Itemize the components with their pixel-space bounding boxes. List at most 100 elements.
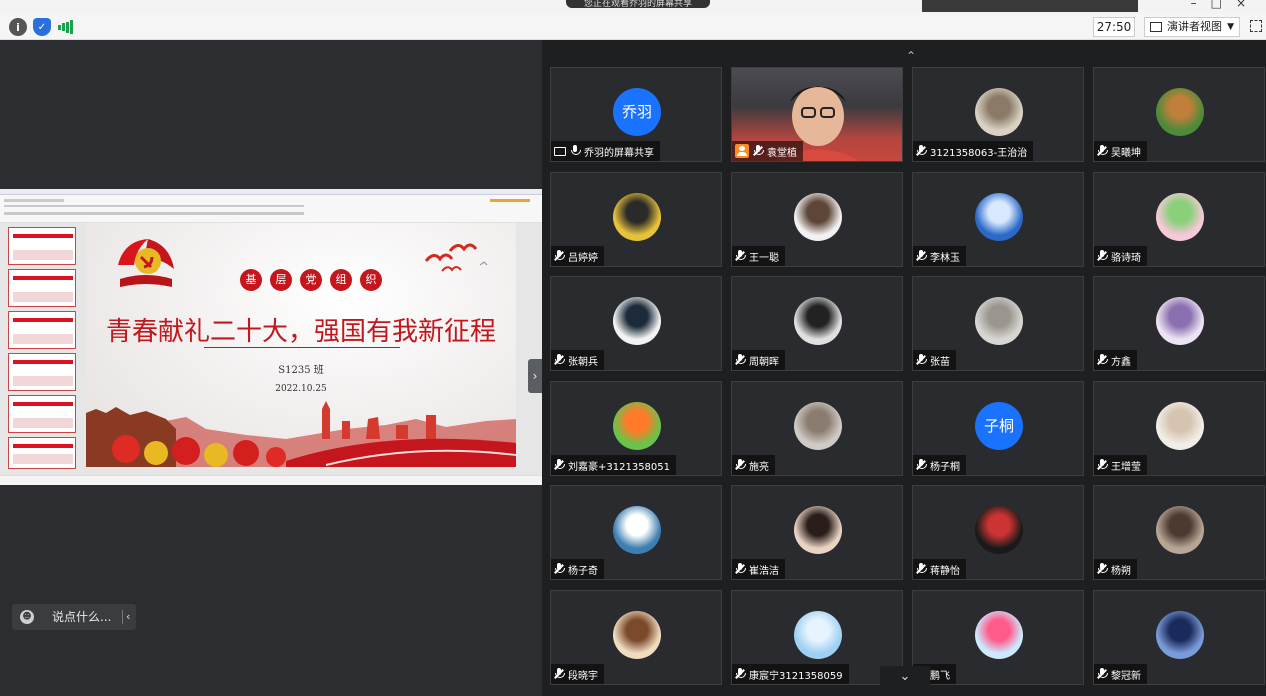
participant-tile[interactable]: 李林玉 [912, 172, 1084, 267]
chevron-down-icon[interactable]: ⌄ [880, 666, 930, 688]
slide-class-label: S1235 班 [278, 365, 324, 376]
avatar [794, 506, 842, 554]
slide-thumbnail[interactable] [8, 269, 76, 307]
muted-microphone-icon [1097, 145, 1108, 157]
slide-thumbnail[interactable] [8, 437, 76, 469]
fullscreen-icon[interactable] [1250, 20, 1262, 32]
participant-tile[interactable]: 方鑫 [1093, 276, 1265, 371]
participant-tile[interactable]: 黎冠新 [1093, 590, 1265, 685]
participant-nameplate: 张朝兵 [551, 350, 604, 370]
participant-nameplate: 康宸宁3121358059 [732, 664, 849, 684]
current-slide: 基 层 党 组 织 青春献礼二十大，强国有我新征程 S1235 班 2022.1… [86, 223, 516, 467]
doves-icon [424, 243, 488, 272]
avatar [794, 297, 842, 345]
participant-tile[interactable]: 3121358063-王治治 [912, 67, 1084, 162]
participant-tile[interactable]: 崔浩洁 [731, 485, 903, 580]
participant-nameplate: 吕婷婷 [551, 246, 604, 266]
avatar [975, 193, 1023, 241]
participant-tile[interactable]: 乔羽 乔羽的屏幕共享 [550, 67, 722, 162]
participant-tile[interactable]: 张苗 [912, 276, 1084, 371]
participant-tile[interactable]: 鹏飞 [912, 590, 1084, 685]
screen-share-icon [554, 146, 566, 156]
great-wall-skyline-illustration [86, 401, 516, 467]
slide-divider [204, 347, 400, 348]
participant-name: 刘嘉豪+3121358051 [568, 461, 671, 473]
participant-tile[interactable]: 袁堂植 [731, 67, 903, 162]
participant-tile[interactable]: 刘嘉豪+3121358051 [550, 381, 722, 476]
avatar [613, 506, 661, 554]
maximize-icon[interactable]: □ [1211, 0, 1236, 10]
view-mode-button[interactable]: 演讲者视图 ▼ [1144, 17, 1240, 37]
share-notice: 您正在观看乔羽的屏幕共享 [566, 0, 710, 8]
participant-tile[interactable]: 康宸宁3121358059 [731, 590, 903, 685]
slide-thumbnail[interactable] [8, 353, 76, 391]
slide-thumbnail[interactable] [8, 395, 76, 433]
muted-microphone-icon [916, 459, 927, 471]
participant-tile[interactable]: 骆诗琦 [1093, 172, 1265, 267]
slide-thumbnail[interactable] [8, 227, 76, 265]
participant-name: 骆诗琦 [1111, 252, 1141, 264]
window-controls[interactable]: –□× [1191, 0, 1260, 10]
slide-badge: 党 [300, 269, 322, 291]
participant-tile[interactable]: 子桐 杨子桐 [912, 381, 1084, 476]
participant-name: 张朝兵 [568, 356, 598, 368]
participant-name: 崔浩洁 [749, 565, 779, 577]
avatar [1156, 506, 1204, 554]
participant-tile[interactable]: 周朝晖 [731, 276, 903, 371]
chat-placeholder[interactable]: 说点什么... [52, 604, 111, 630]
participant-name: 王一聪 [749, 252, 779, 264]
avatar [1156, 88, 1204, 136]
view-mode-label: 演讲者视图 [1167, 20, 1222, 33]
muted-microphone-icon [554, 250, 565, 262]
muted-microphone-icon [554, 354, 565, 366]
chevron-left-icon[interactable]: ‹ [126, 604, 130, 630]
muted-microphone-icon [735, 354, 746, 366]
avatar [1156, 611, 1204, 659]
shield-icon[interactable]: ✓ [33, 18, 51, 36]
participant-nameplate: 施亮 [732, 455, 775, 475]
muted-microphone-icon [1097, 459, 1108, 471]
muted-microphone-icon [1097, 563, 1108, 575]
participant-name: 蒋静怡 [930, 565, 960, 577]
participant-nameplate: 乔羽的屏幕共享 [551, 141, 660, 161]
participant-name: 周朝晖 [749, 356, 779, 368]
slide-badge: 层 [270, 269, 292, 291]
participant-tile[interactable]: 段晓宇 [550, 590, 722, 685]
participant-tile[interactable]: 吕婷婷 [550, 172, 722, 267]
avatar [794, 193, 842, 241]
chevron-up-icon[interactable]: ⌃ [906, 49, 916, 63]
participant-nameplate: 杨子奇 [551, 559, 604, 579]
muted-microphone-icon [1097, 668, 1108, 680]
collapse-panel-button[interactable]: › [528, 359, 542, 393]
minimize-icon[interactable]: – [1191, 0, 1211, 10]
microphone-icon [570, 145, 581, 157]
slide-thumbnail[interactable] [8, 311, 76, 349]
info-icon[interactable]: i [9, 18, 27, 36]
participant-tile[interactable]: 王一聪 [731, 172, 903, 267]
participant-tile[interactable]: 张朝兵 [550, 276, 722, 371]
participant-tile[interactable]: 施亮 [731, 381, 903, 476]
presenter-icon [735, 144, 749, 158]
caret-down-icon: ▼ [1227, 22, 1234, 32]
participant-tile[interactable]: 杨子奇 [550, 485, 722, 580]
muted-microphone-icon [735, 250, 746, 262]
participant-tile[interactable]: 杨朔 [1093, 485, 1265, 580]
slide-badges: 基 层 党 组 织 [240, 269, 382, 291]
participant-tile[interactable]: 吴曦坤 [1093, 67, 1265, 162]
floating-thumbnail[interactable] [922, 0, 1138, 12]
avatar [1156, 193, 1204, 241]
participant-nameplate: 杨朔 [1094, 559, 1137, 579]
shared-screen[interactable]: 基 层 党 组 织 青春献礼二十大，强国有我新征程 S1235 班 2022.1… [0, 189, 542, 485]
close-icon[interactable]: × [1236, 0, 1260, 10]
slide-thumbnails[interactable] [3, 227, 79, 471]
chat-input-bar[interactable]: ☻ 说点什么... ‹ [12, 604, 136, 630]
emoji-icon[interactable]: ☻ [20, 610, 34, 624]
participant-name: 鹏飞 [930, 670, 950, 682]
signal-icon[interactable] [57, 18, 75, 36]
participant-tile[interactable]: 王增莹 [1093, 381, 1265, 476]
participant-nameplate: 周朝晖 [732, 350, 785, 370]
muted-microphone-icon [753, 145, 764, 157]
participant-tile[interactable]: 蒋静怡 [912, 485, 1084, 580]
muted-microphone-icon [916, 354, 927, 366]
avatar [975, 297, 1023, 345]
